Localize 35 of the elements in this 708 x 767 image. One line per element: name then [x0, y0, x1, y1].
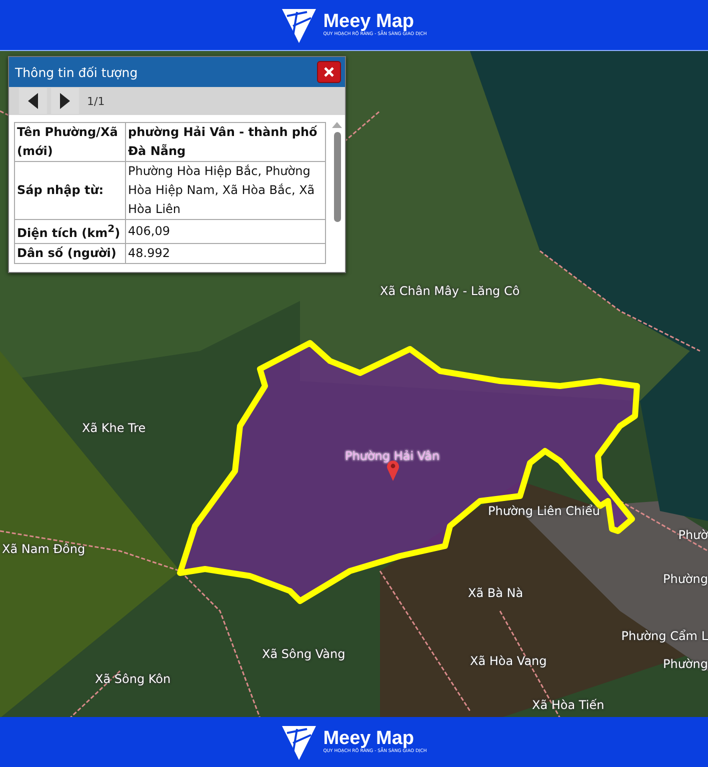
- map-place-label: Xã Sông Vàng: [262, 647, 346, 661]
- map-place-label: Xã Bà Nà: [468, 586, 524, 600]
- map-place-label: Xã Sông Kôn: [95, 672, 171, 686]
- field-label: Diện tích (km$^{2}$): [15, 220, 125, 243]
- map-place-label: Xã Khe Tre: [82, 421, 146, 435]
- page-counter: 1/1: [87, 94, 105, 108]
- close-icon: [324, 67, 334, 77]
- field-label: Dân số (người): [15, 244, 125, 263]
- map-place-label: Xã Nam Đông: [2, 542, 86, 556]
- map-place-label: Xã Hòa Tiến: [532, 698, 604, 712]
- field-value: 48.992: [126, 244, 325, 263]
- right-triangle-icon: [60, 93, 70, 109]
- close-button[interactable]: [317, 61, 341, 83]
- field-label: Sáp nhập từ:: [15, 162, 125, 219]
- map-place-label: Phường: [662, 572, 708, 586]
- logo-icon: [281, 6, 318, 44]
- field-value: Phường Hòa Hiệp Bắc, Phường Hòa Hiệp Nam, Xã Hòa Bắc, Xã Hòa Liên: [126, 162, 325, 219]
- selected-area-boundary[interactable]: [177, 340, 640, 604]
- left-triangle-icon: [28, 93, 38, 109]
- popup-title: Thông tin đối tượng: [15, 64, 138, 80]
- map-place-label: Xã Chân Mây - Lăng Cô: [380, 284, 520, 298]
- field-value: phường Hải Vân - thành phố Đà Nẵng: [126, 123, 325, 161]
- brand-name: Meey Map: [323, 12, 416, 32]
- map-place-label: Xã Hòa Vang: [470, 654, 547, 668]
- field-label: Tên Phường/Xã (mới): [15, 123, 125, 161]
- map-place-label: Phườ: [678, 528, 708, 542]
- map-place-label: Phường Liên Chiểu: [488, 504, 600, 518]
- brand-name: Meey Map: [323, 729, 416, 749]
- field-value: 406,09: [126, 220, 325, 243]
- map-place-label: Phường Cẩm L: [621, 629, 708, 643]
- logo-icon: [281, 723, 318, 761]
- next-button[interactable]: [51, 88, 79, 114]
- map-place-label: Phường Hải Vân: [345, 449, 440, 463]
- map-place-label: Phường: [662, 657, 708, 671]
- previous-button[interactable]: [19, 88, 47, 114]
